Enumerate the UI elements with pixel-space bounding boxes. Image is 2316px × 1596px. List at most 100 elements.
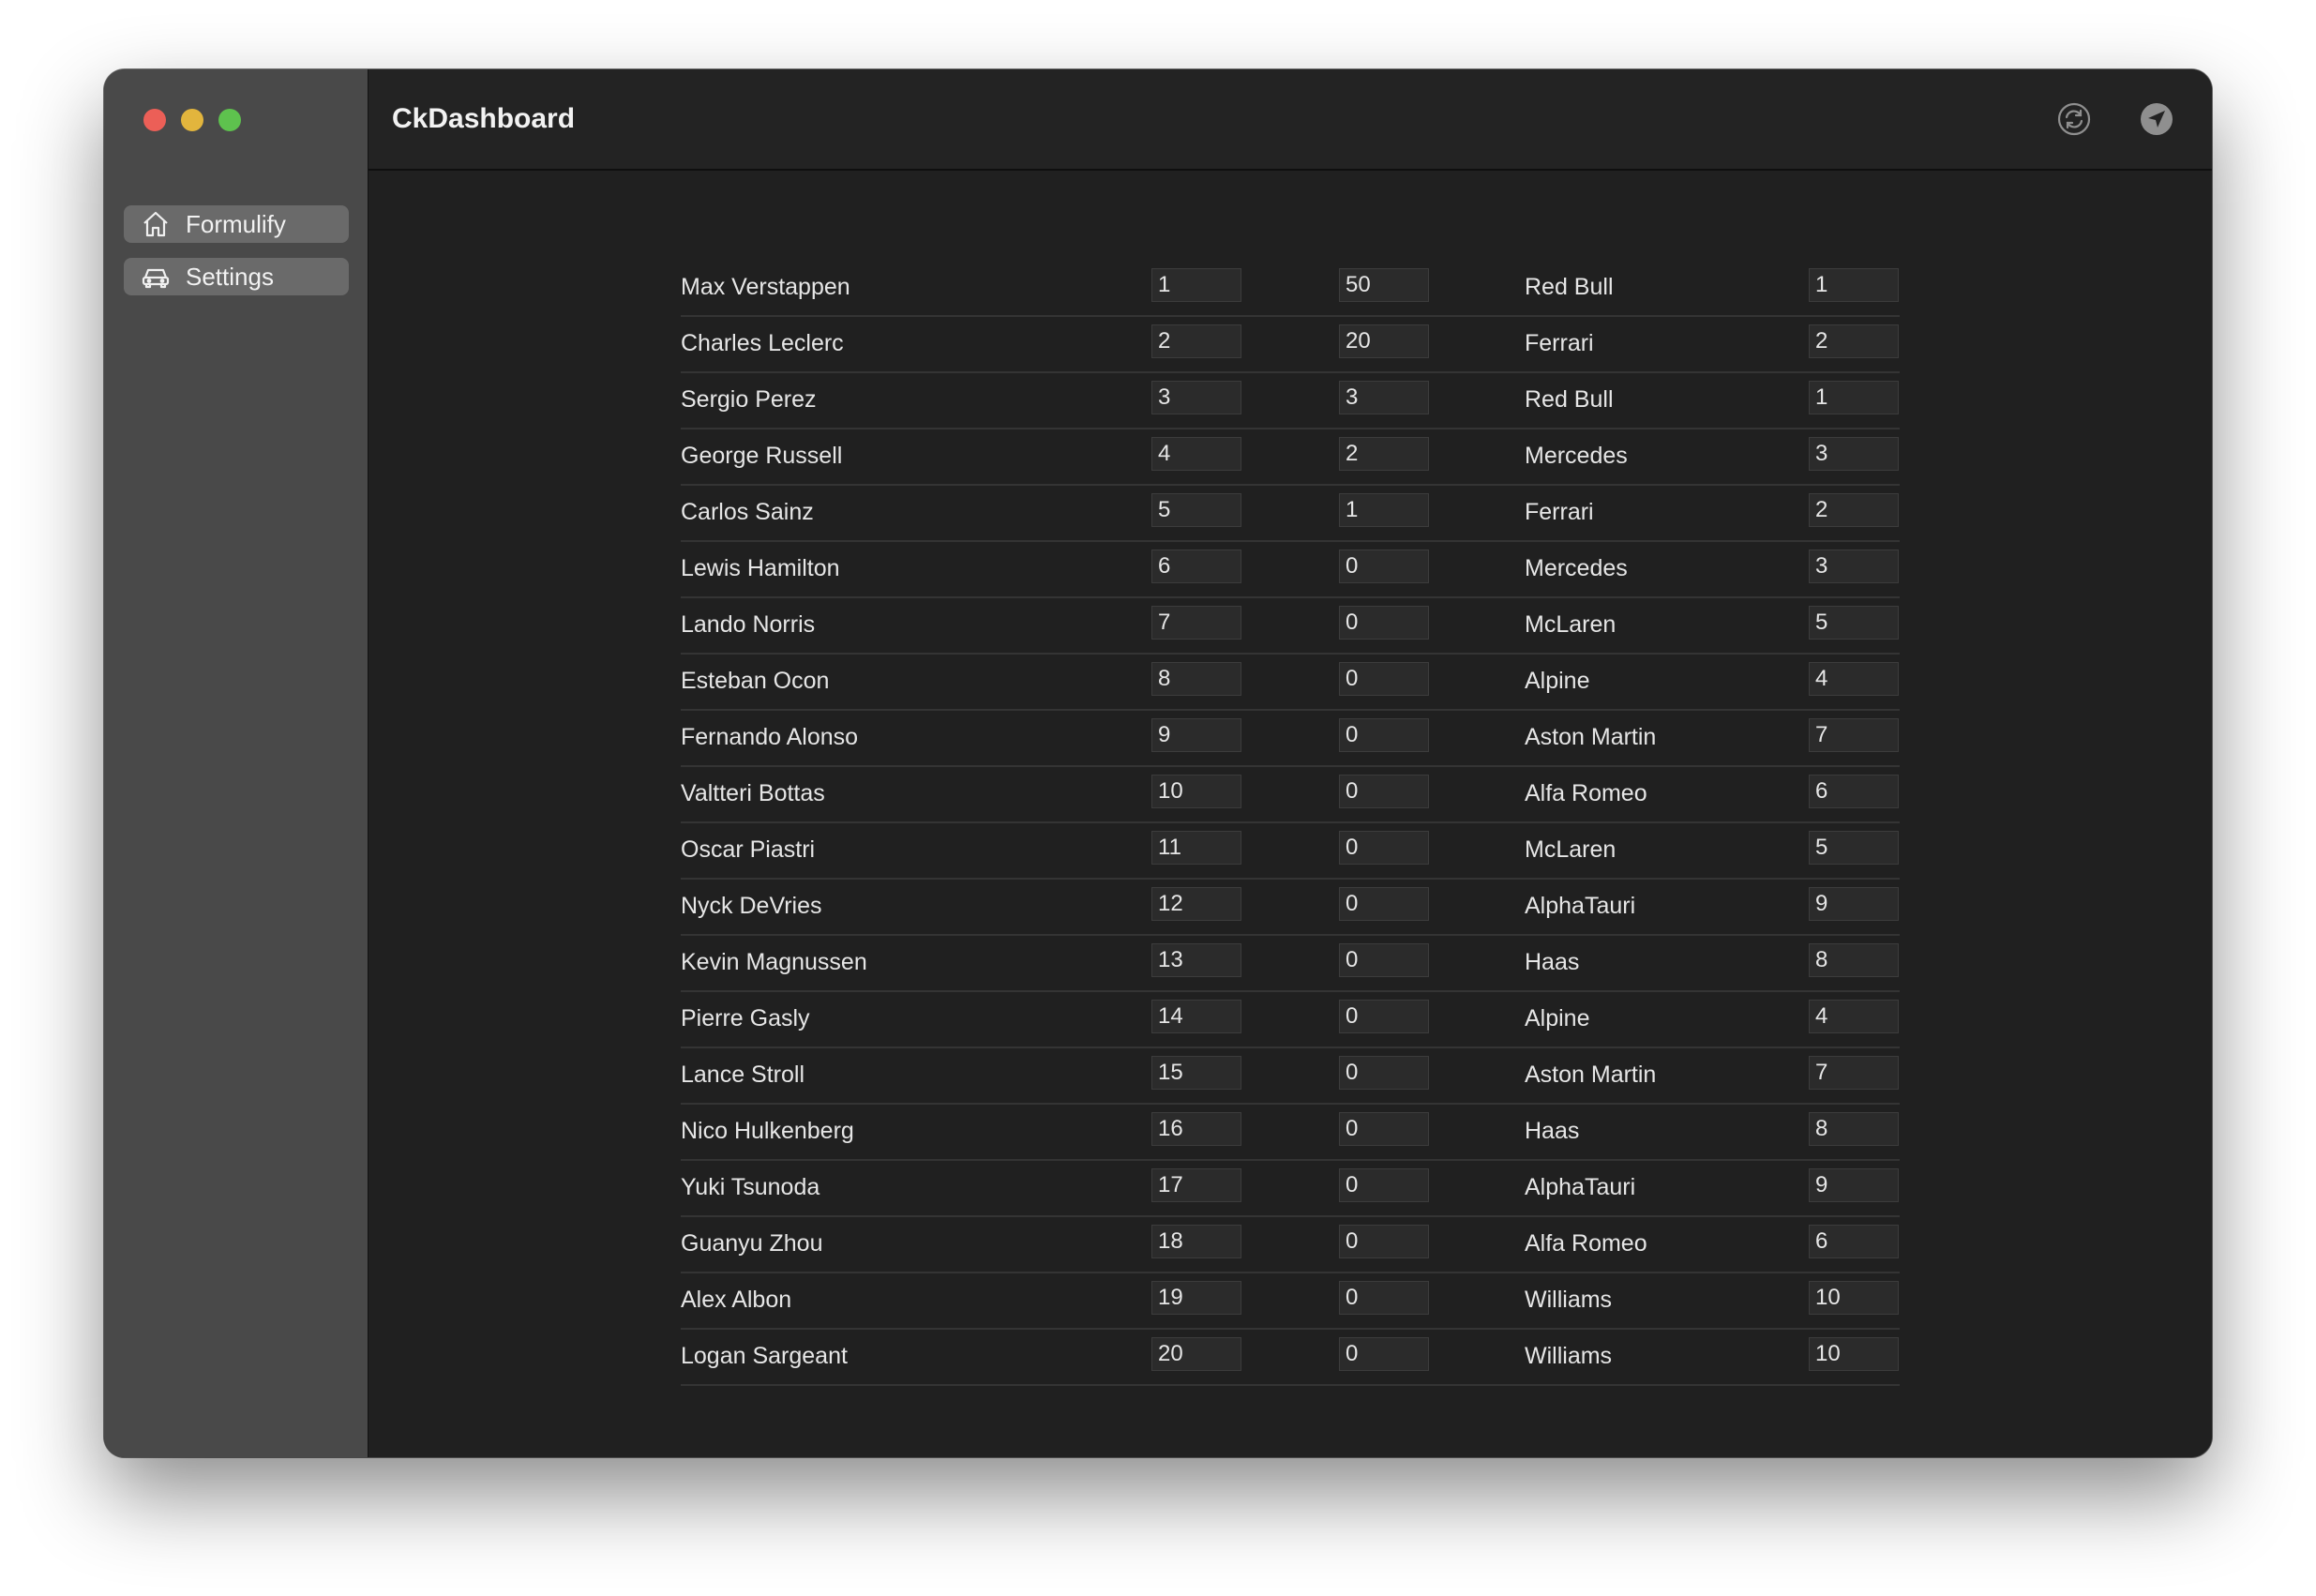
driver-name: Logan Sargeant	[681, 1343, 848, 1369]
position-field[interactable]	[1151, 381, 1241, 414]
team-rank-field[interactable]	[1809, 324, 1899, 358]
team-name: Mercedes	[1525, 555, 1628, 581]
window-title: CkDashboard	[392, 103, 576, 134]
team-name: McLaren	[1525, 836, 1617, 863]
position-field[interactable]	[1151, 943, 1241, 977]
house-icon	[143, 211, 168, 237]
app-window: Formulify Settings CkDashboard Max Verst…	[104, 69, 2212, 1457]
driver-name: Sergio Perez	[681, 386, 817, 413]
sidebar-item-formulify[interactable]: Formulify	[124, 205, 349, 243]
points-field[interactable]	[1339, 1225, 1429, 1258]
driver-name: Max Verstappen	[681, 274, 850, 300]
table-row: Max Verstappen Red Bull	[681, 261, 1900, 317]
position-field[interactable]	[1151, 550, 1241, 583]
table-row: Fernando Alonso Aston Martin	[681, 711, 1900, 767]
position-field[interactable]	[1151, 493, 1241, 527]
position-field[interactable]	[1151, 1056, 1241, 1090]
points-field[interactable]	[1339, 1112, 1429, 1146]
refresh-icon[interactable]	[2056, 101, 2092, 137]
table-row: Carlos Sainz Ferrari	[681, 486, 1900, 542]
table-row: Valtteri Bottas Alfa Romeo	[681, 767, 1900, 823]
team-rank-field[interactable]	[1809, 550, 1899, 583]
team-rank-field[interactable]	[1809, 887, 1899, 921]
points-field[interactable]	[1339, 1056, 1429, 1090]
table-row: Lewis Hamilton Mercedes	[681, 542, 1900, 598]
points-field[interactable]	[1339, 1281, 1429, 1315]
close-window-button[interactable]	[143, 109, 166, 131]
team-rank-field[interactable]	[1809, 268, 1899, 302]
points-field[interactable]	[1339, 775, 1429, 808]
position-field[interactable]	[1151, 1225, 1241, 1258]
team-rank-field[interactable]	[1809, 775, 1899, 808]
team-name: AlphaTauri	[1525, 1174, 1636, 1200]
points-field[interactable]	[1339, 268, 1429, 302]
position-field[interactable]	[1151, 437, 1241, 471]
team-rank-field[interactable]	[1809, 606, 1899, 640]
driver-name: Carlos Sainz	[681, 499, 814, 525]
team-name: Ferrari	[1525, 499, 1594, 525]
position-field[interactable]	[1151, 606, 1241, 640]
team-name: Aston Martin	[1525, 1061, 1657, 1088]
driver-name: Lando Norris	[681, 611, 816, 638]
points-field[interactable]	[1339, 550, 1429, 583]
table-row: George Russell Mercedes	[681, 429, 1900, 486]
car-icon	[142, 268, 170, 289]
points-field[interactable]	[1339, 437, 1429, 471]
team-name: McLaren	[1525, 611, 1617, 638]
sidebar-item-settings[interactable]: Settings	[124, 258, 349, 295]
table-row: Kevin Magnussen Haas	[681, 936, 1900, 992]
team-name: Alfa Romeo	[1525, 1230, 1647, 1257]
position-field[interactable]	[1151, 662, 1241, 696]
team-name: Haas	[1525, 949, 1580, 975]
position-field[interactable]	[1151, 1168, 1241, 1202]
table-row: Esteban Ocon Alpine	[681, 655, 1900, 711]
minimize-window-button[interactable]	[181, 109, 203, 131]
points-field[interactable]	[1339, 1000, 1429, 1033]
team-rank-field[interactable]	[1809, 1112, 1899, 1146]
position-field[interactable]	[1151, 1337, 1241, 1371]
position-field[interactable]	[1151, 887, 1241, 921]
points-field[interactable]	[1339, 662, 1429, 696]
points-field[interactable]	[1339, 887, 1429, 921]
position-field[interactable]	[1151, 718, 1241, 752]
points-field[interactable]	[1339, 718, 1429, 752]
position-field[interactable]	[1151, 1000, 1241, 1033]
team-rank-field[interactable]	[1809, 1168, 1899, 1202]
team-rank-field[interactable]	[1809, 381, 1899, 414]
position-field[interactable]	[1151, 831, 1241, 865]
position-field[interactable]	[1151, 1112, 1241, 1146]
team-name: Alfa Romeo	[1525, 780, 1647, 806]
zoom-window-button[interactable]	[218, 109, 241, 131]
team-rank-field[interactable]	[1809, 718, 1899, 752]
table-row: Nyck DeVries AlphaTauri	[681, 880, 1900, 936]
position-field[interactable]	[1151, 775, 1241, 808]
position-field[interactable]	[1151, 324, 1241, 358]
team-rank-field[interactable]	[1809, 1225, 1899, 1258]
points-field[interactable]	[1339, 324, 1429, 358]
team-rank-field[interactable]	[1809, 1337, 1899, 1371]
team-name: Williams	[1525, 1287, 1613, 1313]
points-field[interactable]	[1339, 381, 1429, 414]
driver-name: George Russell	[681, 443, 843, 469]
team-rank-field[interactable]	[1809, 1056, 1899, 1090]
driver-name: Lance Stroll	[681, 1061, 805, 1088]
team-rank-field[interactable]	[1809, 1281, 1899, 1315]
team-rank-field[interactable]	[1809, 437, 1899, 471]
points-field[interactable]	[1339, 606, 1429, 640]
position-field[interactable]	[1151, 268, 1241, 302]
team-rank-field[interactable]	[1809, 493, 1899, 527]
team-rank-field[interactable]	[1809, 1000, 1899, 1033]
points-field[interactable]	[1339, 1168, 1429, 1202]
team-rank-field[interactable]	[1809, 831, 1899, 865]
points-field[interactable]	[1339, 493, 1429, 527]
send-icon[interactable]	[2139, 101, 2174, 137]
points-field[interactable]	[1339, 831, 1429, 865]
points-field[interactable]	[1339, 943, 1429, 977]
main-content: CkDashboard Max Verstappen Red Bull Charle…	[368, 69, 2212, 1457]
position-field[interactable]	[1151, 1281, 1241, 1315]
team-name: Red Bull	[1525, 386, 1614, 413]
team-rank-field[interactable]	[1809, 943, 1899, 977]
team-rank-field[interactable]	[1809, 662, 1899, 696]
table-row: Lance Stroll Aston Martin	[681, 1048, 1900, 1105]
points-field[interactable]	[1339, 1337, 1429, 1371]
